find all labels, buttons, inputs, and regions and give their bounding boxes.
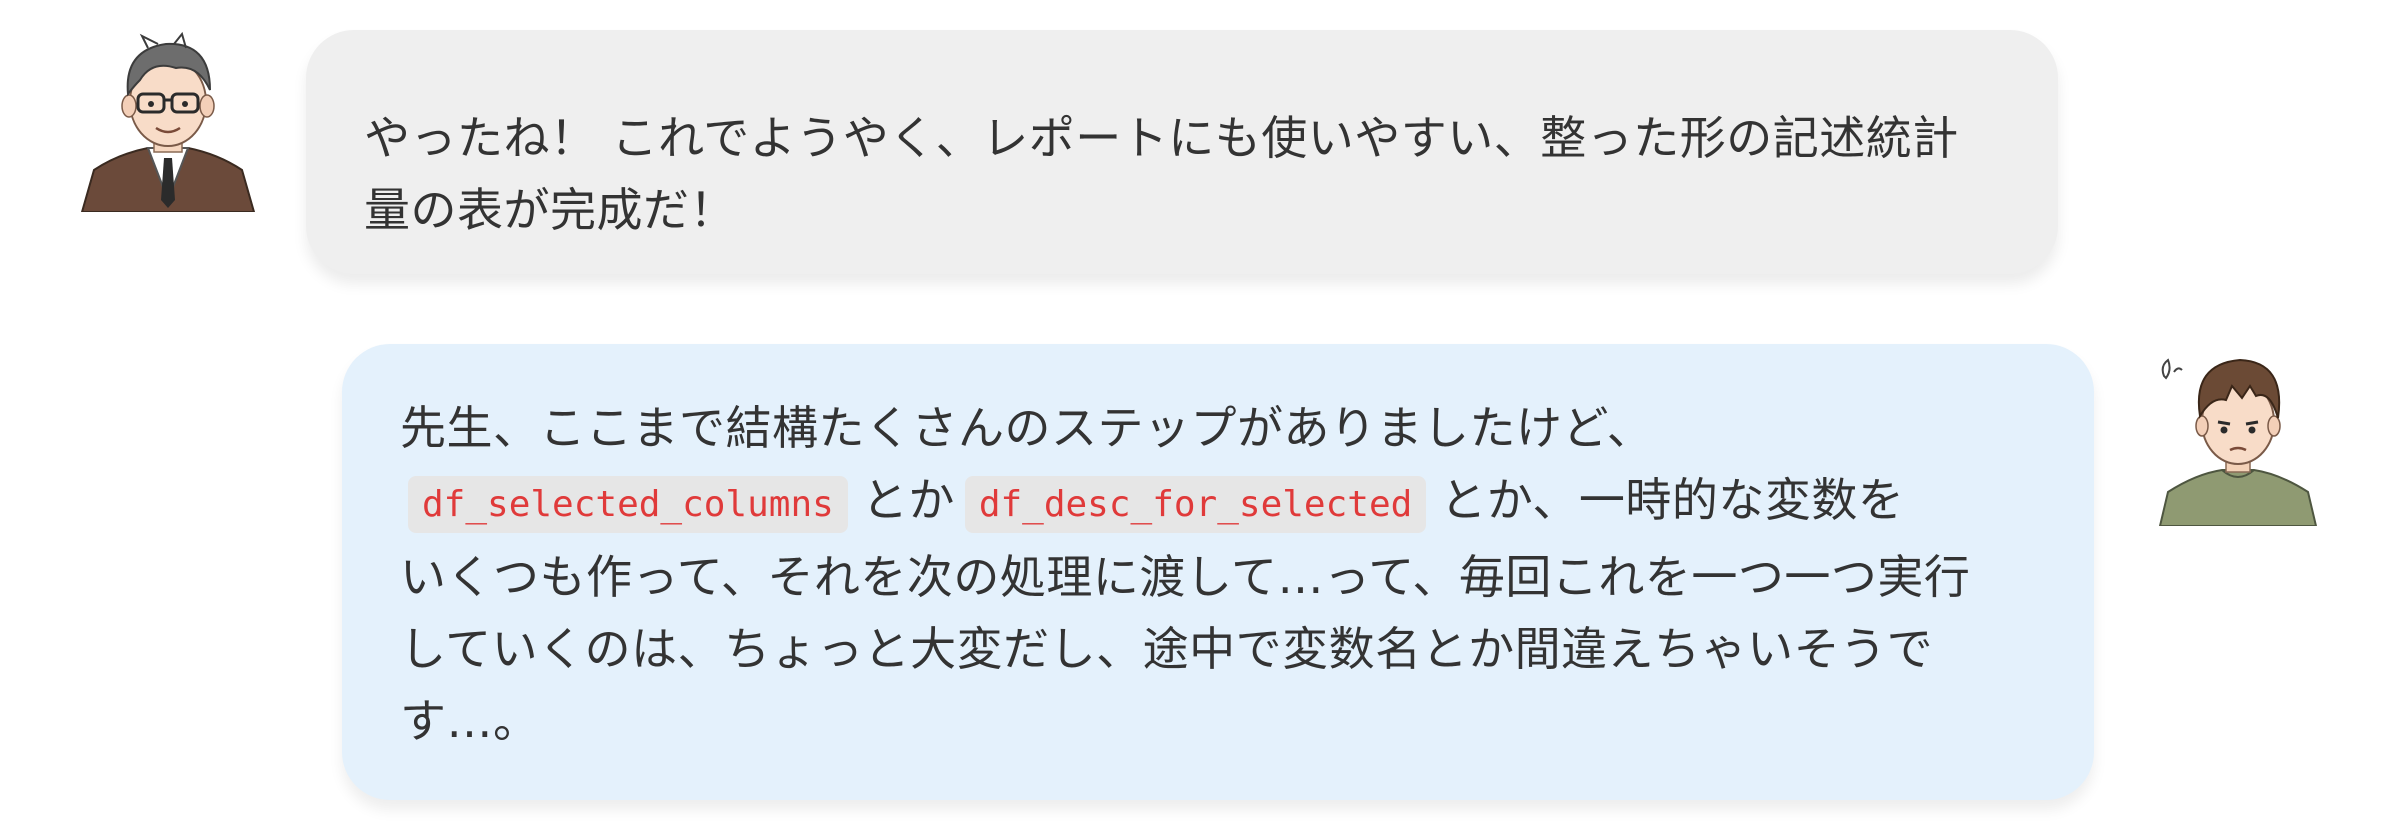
teacher-avatar [78, 30, 258, 212]
teacher-message-line: 量の表が完成だ！ [364, 183, 736, 237]
student-message-bubble: 先生、ここまで結構たくさんのステップがありましたけど、 df_selected_… [342, 344, 2094, 800]
student-message-line: いくつも作って、それを次の処理に渡して…って、毎回これを一つ一つ実行 [400, 550, 1971, 604]
inline-code: df_desc_for_selected [964, 476, 1427, 533]
student-message-line: す…。 [400, 694, 540, 748]
inline-code: df_selected_columns [408, 476, 848, 533]
teacher-message-line: やったね！ これでようやく、レポートにも使いやすい、整った形の記述統計 [364, 111, 1959, 165]
student-message-line: していくのは、ちょっと大変だし、途中で変数名とか間違えちゃいそうで [400, 622, 1934, 676]
teacher-message-text: やったね！ これでようやく、レポートにも使いやすい、整った形の記述統計 量の表が… [364, 102, 2002, 246]
student-message-text: 先生、ここまで結構たくさんのステップがありましたけど、 df_selected_… [400, 392, 2038, 757]
inline-text: とか [861, 473, 955, 527]
student-avatar-icon [2158, 358, 2318, 526]
inline-text: とか、一時的な変数を [1440, 473, 1905, 527]
teacher-message-bubble: やったね！ これでようやく、レポートにも使いやすい、整った形の記述統計 量の表が… [306, 30, 2058, 274]
student-message-line: 先生、ここまで結構たくさんのステップがありましたけど、 [400, 401, 1654, 455]
student-avatar [2152, 346, 2324, 526]
teacher-avatar-icon [80, 31, 256, 212]
student-message-line-with-code: df_selected_columns とか df_desc_for_selecte… [400, 464, 2038, 541]
